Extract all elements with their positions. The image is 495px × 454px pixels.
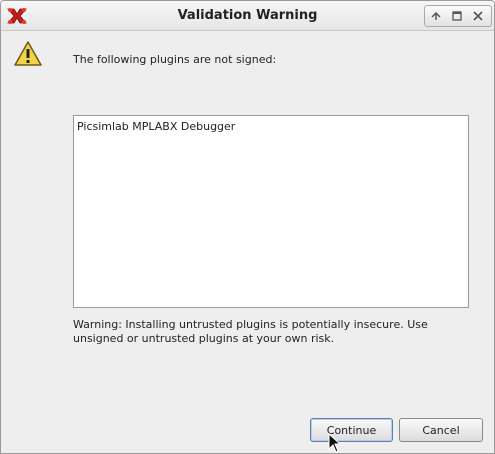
continue-button[interactable]: Continue: [310, 418, 393, 442]
mouse-pointer-icon: [328, 433, 342, 453]
list-item[interactable]: Picsimlab MPLABX Debugger: [77, 120, 235, 133]
minimize-icon[interactable]: [428, 8, 444, 24]
validation-warning-dialog: Validation Warning The following plugins…: [0, 0, 495, 454]
maximize-icon[interactable]: [449, 8, 465, 24]
warning-icon: [14, 41, 42, 66]
window-title: Validation Warning: [177, 8, 318, 23]
dialog-message: The following plugins are not signed:: [73, 53, 277, 66]
title-bar[interactable]: Validation Warning: [1, 1, 494, 31]
unsigned-plugins-list[interactable]: Picsimlab MPLABX Debugger: [73, 115, 469, 308]
cancel-button[interactable]: Cancel: [399, 418, 483, 442]
close-icon[interactable]: [470, 8, 486, 24]
security-warning-text: Warning: Installing untrusted plugins is…: [73, 318, 428, 345]
window-controls: [424, 5, 492, 27]
